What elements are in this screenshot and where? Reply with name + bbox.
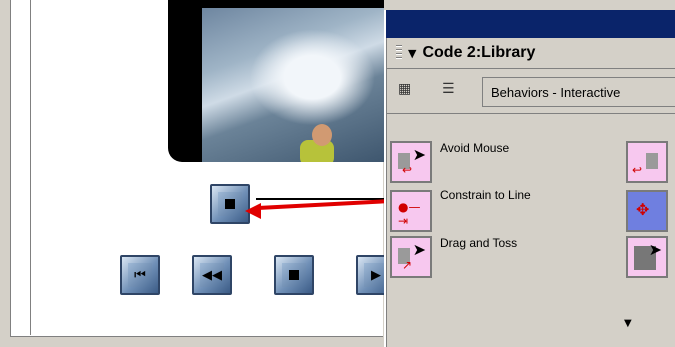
library-toolbar: ▦ ☰ Behaviors - Interactive (386, 69, 675, 114)
surf-video-frame (202, 8, 384, 162)
panel-header[interactable]: ▼ Code 2:Library (386, 38, 675, 69)
stop-icon (289, 270, 299, 280)
behavior-icon-right-1[interactable]: ↩ (626, 141, 668, 183)
avoid-mouse-icon[interactable]: ➤ ↩ (390, 141, 432, 183)
stop-icon (225, 199, 235, 209)
behavior-avoid-mouse[interactable]: Avoid Mouse (440, 141, 509, 155)
rewind-button[interactable]: ◀◀ (192, 255, 232, 295)
behavior-icon-right-3[interactable]: ➤ (626, 236, 668, 278)
library-panel: ▼ Code 2:Library ▦ ☰ Behaviors - Interac… (384, 10, 675, 347)
constrain-to-line-icon[interactable]: ●—⇥ (390, 190, 432, 232)
surfer-head (312, 124, 332, 146)
grid-view-icon[interactable]: ▦ (398, 81, 418, 99)
behavior-drag-and-toss[interactable]: Drag and Toss (440, 236, 517, 250)
stage-border (30, 0, 31, 335)
behavior-icon-right-2[interactable]: ✥ (626, 190, 668, 232)
category-select[interactable]: Behaviors - Interactive (482, 77, 675, 107)
drag-arrow-head-icon (245, 203, 261, 219)
scroll-down-icon[interactable]: ▼ (624, 318, 632, 329)
list-view-icon[interactable]: ☰ (442, 81, 462, 99)
category-select-value: Behaviors - Interactive (491, 84, 621, 100)
rewind-icon: ◀◀ (200, 263, 224, 287)
stop-button-sprite[interactable] (210, 184, 250, 224)
rewind-start-icon: ⏮ (128, 263, 152, 287)
video-sprite[interactable] (168, 0, 384, 162)
behavior-constrain-to-line[interactable]: Constrain to Line (440, 188, 531, 202)
panel-titlebar[interactable] (386, 10, 675, 38)
rewind-start-button[interactable]: ⏮ (120, 255, 160, 295)
triangle-down-icon[interactable]: ▼ (408, 47, 416, 60)
drag-and-toss-icon[interactable]: ➤ ↗ (390, 236, 432, 278)
panel-title: Code 2:Library (422, 44, 536, 61)
stop-button[interactable] (274, 255, 314, 295)
grip-icon[interactable] (396, 45, 402, 61)
